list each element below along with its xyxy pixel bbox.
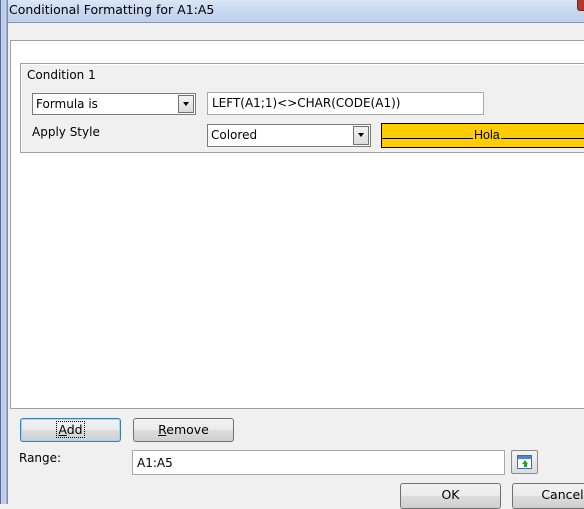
formula-value: LEFT(A1;1)<>CHAR(CODE(A1)) [212,96,401,110]
ok-button[interactable]: OK [400,483,501,509]
remove-button[interactable]: Remove [133,418,234,442]
title-bar[interactable]: Conditional Formatting for A1:A5 [8,0,584,22]
condition-type-value: Formula is [36,97,98,111]
shrink-dialog-button[interactable] [511,450,538,474]
select-range-icon [517,455,532,469]
chevron-down-icon[interactable] [178,95,194,113]
cancel-button-label: Cancel [541,487,584,502]
close-button[interactable] [577,0,584,11]
window-left-edge [0,0,8,504]
cancel-button[interactable]: Cancel [512,483,584,509]
condition-heading: Condition 1 [27,68,96,82]
apply-style-label: Apply Style [32,125,100,139]
preview-text: Hola [473,128,501,142]
add-button-label: Add [56,421,85,438]
range-value: A1:A5 [137,456,173,470]
style-select[interactable]: Colored [207,124,371,147]
chevron-down-icon[interactable] [353,126,369,145]
range-label: Range: [19,451,62,465]
formula-input[interactable]: LEFT(A1;1)<>CHAR(CODE(A1)) [207,92,484,115]
style-preview: Hola [381,123,584,148]
add-button[interactable]: Add [20,418,121,442]
ok-button-label: OK [441,487,460,502]
style-value: Colored [211,128,258,142]
remove-button-label: Remove [158,422,209,437]
condition-type-select[interactable]: Formula is [32,93,196,115]
window-title: Conditional Formatting for A1:A5 [9,2,215,17]
range-input[interactable]: A1:A5 [132,450,505,475]
